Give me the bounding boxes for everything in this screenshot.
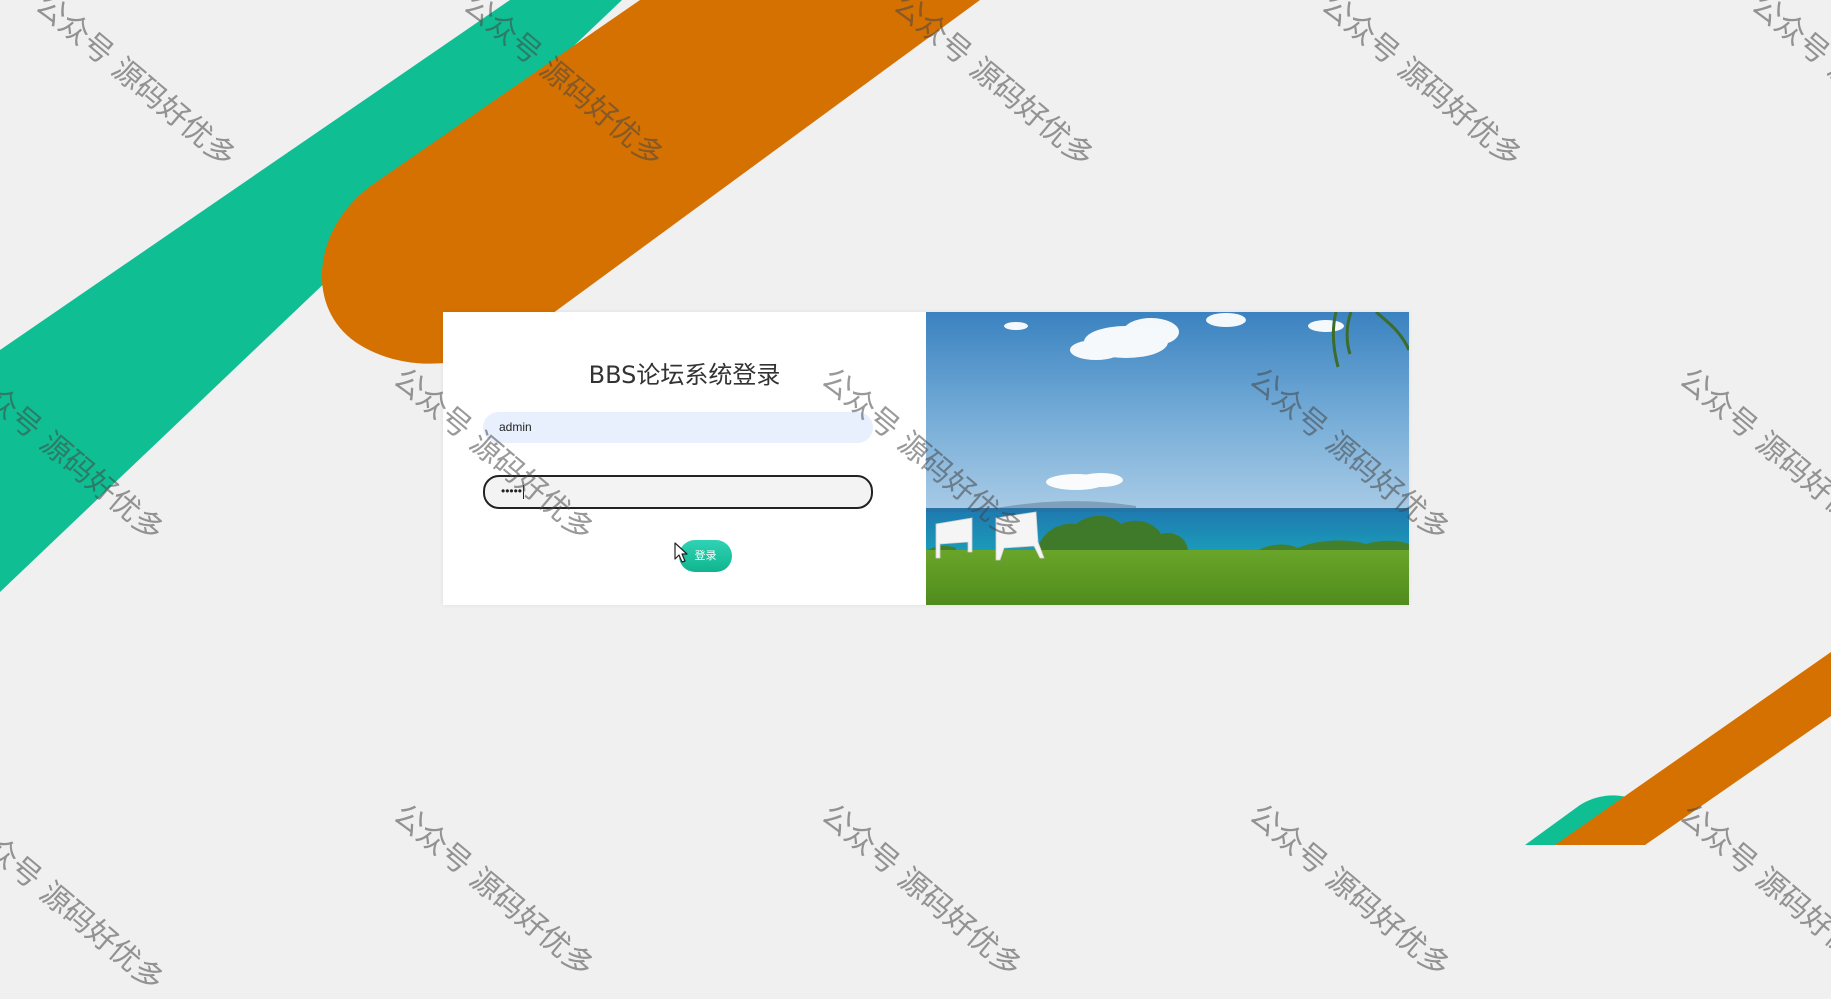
- username-input[interactable]: admin: [483, 412, 873, 443]
- password-value: •••••: [501, 484, 523, 498]
- password-input[interactable]: •••••: [483, 475, 873, 509]
- login-card: BBS论坛系统登录 admin ••••• 登录: [443, 312, 1409, 605]
- login-form: BBS论坛系统登录 admin ••••• 登录: [443, 312, 926, 605]
- orange-corner-stripe: [1555, 652, 1831, 845]
- mouse-pointer-icon: [674, 542, 688, 563]
- text-caret: [523, 484, 525, 499]
- page-title: BBS论坛系统登录: [588, 361, 781, 389]
- scenery-photo: [926, 312, 1409, 605]
- orange-stripe: [321, 0, 981, 364]
- username-value: admin: [499, 420, 532, 434]
- scenery-illustration: [926, 312, 1409, 605]
